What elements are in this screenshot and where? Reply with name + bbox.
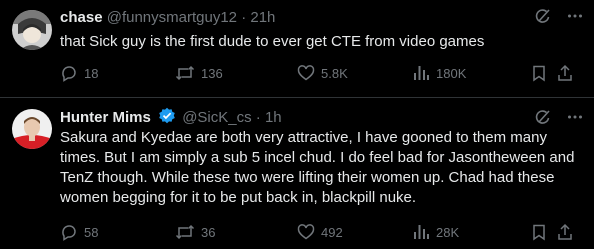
tweet-text: Sakura and Kyedae are both very attracti… — [60, 129, 575, 206]
views-count: 180K — [436, 65, 467, 81]
reply-button[interactable]: 18 — [60, 63, 98, 83]
share-icon — [556, 64, 574, 82]
repost-button[interactable]: 36 — [175, 222, 215, 242]
like-count: 492 — [321, 224, 343, 240]
grok-icon[interactable] — [534, 7, 552, 30]
avatar[interactable] — [12, 10, 52, 50]
reply-count: 18 — [84, 65, 99, 81]
reply-icon — [60, 64, 78, 82]
tweet-header: chase @funnysmartguy12 · 21h — [60, 8, 594, 28]
bookmark-icon — [530, 64, 548, 82]
share-icon — [556, 223, 574, 241]
user-handle[interactable]: @SicK_cs — [182, 109, 251, 126]
display-name[interactable]: chase — [60, 9, 103, 26]
repost-button[interactable]: 136 — [175, 63, 223, 83]
repost-count: 136 — [201, 65, 223, 81]
like-button[interactable]: 5.8K — [297, 63, 348, 83]
repost-icon — [175, 223, 195, 241]
timestamp[interactable]: 21h — [250, 9, 275, 26]
tweet-top-actions — [534, 109, 584, 129]
tweet-header: Hunter Mims @SicK_cs · 1h — [60, 107, 594, 127]
tweet[interactable]: chase @funnysmartguy12 · 21h that Sick g… — [0, 0, 594, 98]
avatar[interactable] — [12, 109, 52, 149]
share-button[interactable] — [556, 222, 574, 242]
user-handle[interactable]: @funnysmartguy12 — [107, 9, 237, 26]
display-name[interactable]: Hunter Mims — [60, 109, 151, 126]
tweet-actions: 18 136 5.8K 180K — [60, 63, 594, 83]
views-icon — [412, 64, 430, 82]
bookmark-button[interactable] — [530, 222, 548, 242]
repost-icon — [175, 64, 195, 82]
like-count: 5.8K — [321, 65, 348, 81]
share-button[interactable] — [556, 63, 574, 83]
tweet-text: that Sick guy is the first dude to ever … — [60, 33, 485, 50]
separator-dot: · — [241, 9, 247, 26]
bookmark-icon — [530, 223, 548, 241]
views-button[interactable]: 180K — [412, 63, 466, 83]
views-count: 28K — [436, 224, 460, 240]
separator-dot: · — [255, 109, 261, 126]
views-button[interactable]: 28K — [412, 222, 459, 242]
timestamp[interactable]: 1h — [265, 109, 282, 126]
repost-count: 36 — [201, 224, 216, 240]
views-icon — [412, 223, 430, 241]
tweet[interactable]: Hunter Mims @SicK_cs · 1h Sakura and Kye… — [0, 98, 594, 249]
reply-button[interactable]: 58 — [60, 222, 98, 242]
like-button[interactable]: 492 — [297, 222, 343, 242]
like-icon — [297, 64, 315, 82]
bookmark-button[interactable] — [530, 63, 548, 83]
like-icon — [297, 223, 315, 241]
tweet-actions: 58 36 492 28K — [60, 222, 594, 242]
reply-count: 58 — [84, 224, 99, 240]
tweet-top-actions — [534, 8, 584, 28]
more-icon[interactable] — [566, 7, 584, 30]
reply-icon — [60, 223, 78, 241]
